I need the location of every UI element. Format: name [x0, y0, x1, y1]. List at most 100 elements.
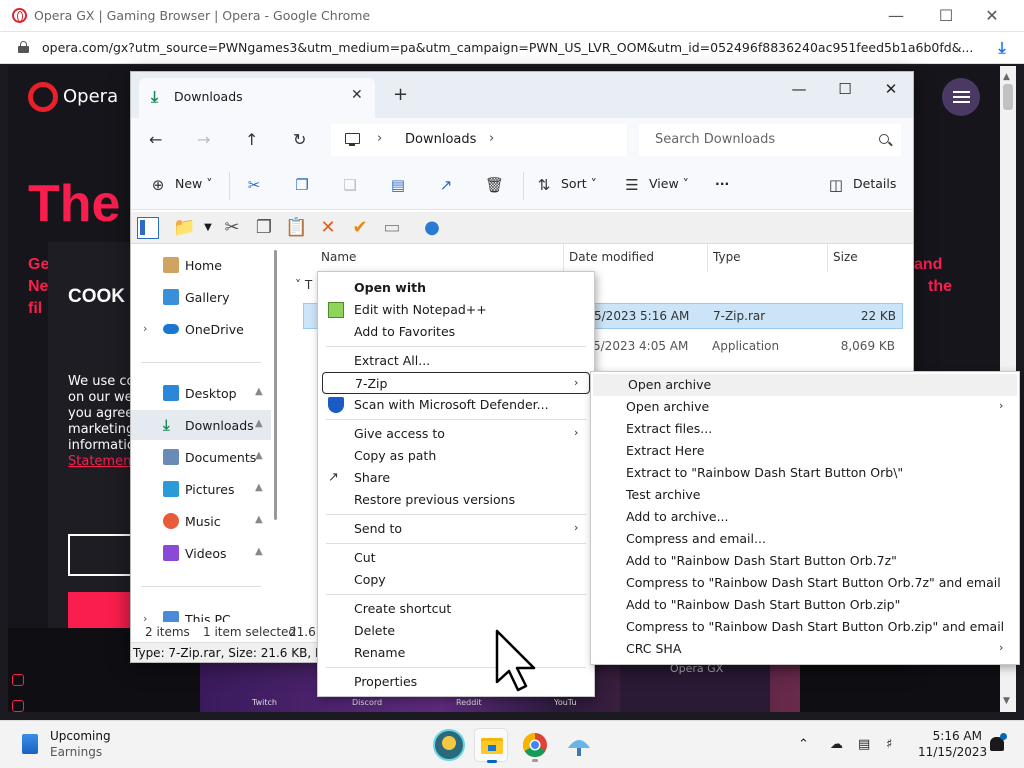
cookie-settings-button[interactable] [68, 534, 132, 576]
menu-item-add-favorites[interactable]: Add to Favorites [318, 321, 594, 343]
menu-item-extract-all[interactable]: Extract All... [318, 350, 594, 372]
paste-icon[interactable]: 📋 [285, 217, 307, 239]
sort-button[interactable]: Sort ˅ [561, 176, 597, 191]
volume-icon[interactable]: ♯ [886, 737, 892, 752]
menu-item-properties[interactable]: Properties [318, 671, 594, 693]
stock-chart-icon[interactable] [22, 734, 38, 754]
checkmark-icon[interactable]: ✔ [349, 217, 371, 239]
refresh-icon[interactable]: ↻ [293, 130, 306, 149]
chrome-taskbar-icon[interactable] [518, 728, 552, 762]
delete-icon[interactable]: 🗑 [485, 176, 504, 194]
rename-icon[interactable]: ▤ [389, 176, 407, 194]
copy-icon[interactable]: ❐ [293, 176, 311, 194]
hamburger-menu-icon[interactable] [942, 78, 980, 116]
menu-item-open-with[interactable]: Open with [318, 277, 594, 299]
submenu-compress-email[interactable]: Compress and email... [591, 528, 1019, 550]
cookie-accept-button[interactable] [68, 592, 132, 630]
details-pane-icon[interactable]: ◫ [827, 176, 845, 194]
discord-tile-label[interactable]: Discord [352, 698, 382, 707]
folder-check-icon[interactable]: 📁 [173, 217, 195, 239]
cut-icon[interactable]: ✂ [221, 217, 243, 239]
submenu-compress-zip-email[interactable]: Compress to "Rainbow Dash Start Button O… [591, 616, 1019, 638]
sidebar-item-this-pc[interactable]: › This PC [131, 604, 271, 622]
notification-bell-icon[interactable] [990, 733, 1007, 751]
sidebar-item-onedrive[interactable]: › OneDrive [131, 314, 271, 344]
submenu-extract-to-folder[interactable]: Extract to "Rainbow Dash Start Button Or… [591, 462, 1019, 484]
new-tab-icon[interactable]: + [393, 84, 408, 105]
chrome-minimize-button[interactable]: — [876, 5, 916, 27]
menu-item-delete[interactable]: Delete [318, 620, 594, 642]
pin-icon[interactable]: ▲ [255, 450, 263, 461]
sidebar-settings-icon[interactable] [12, 700, 24, 712]
view-icon[interactable]: ☰ [623, 176, 641, 194]
opera-logo-icon[interactable] [28, 82, 58, 112]
sidebar-item-downloads[interactable]: ⤓ Downloads ▲ [131, 410, 271, 440]
pin-icon[interactable]: ▲ [255, 482, 263, 493]
chrome-close-button[interactable]: ✕ [972, 5, 1012, 27]
paste-icon[interactable]: ❏ [341, 176, 359, 194]
twitch-tile-label[interactable]: Twitch [252, 698, 277, 707]
submenu-add-to-archive[interactable]: Add to archive... [591, 506, 1019, 528]
pin-icon[interactable]: ▲ [255, 418, 263, 429]
start-orb-icon[interactable] [432, 728, 466, 762]
column-size[interactable]: Size [833, 250, 858, 264]
menu-item-send-to[interactable]: Send to › [318, 518, 594, 540]
view-button[interactable]: View ˅ [649, 176, 689, 191]
forward-arrow-icon[interactable]: → [197, 130, 210, 149]
plus-circle-icon[interactable]: ⊕ [149, 176, 167, 194]
url-field[interactable]: opera.com/gx?utm_source=PWNgames3&utm_me… [42, 40, 972, 55]
chevron-up-icon[interactable]: ⌃ [798, 737, 809, 752]
rename-icon[interactable]: ▭ [381, 217, 403, 239]
pin-icon[interactable]: ▲ [255, 546, 263, 557]
details-button[interactable]: Details [853, 176, 896, 191]
chevron-right-icon[interactable]: › [143, 322, 147, 335]
network-icon[interactable]: ▤ [858, 737, 870, 752]
menu-item-give-access[interactable]: Give access to › [318, 423, 594, 445]
sidebar-item-music[interactable]: Music ▲ [131, 506, 271, 536]
submenu-compress-7z-email[interactable]: Compress to "Rainbow Dash Start Button O… [591, 572, 1019, 594]
sidebar-item-videos[interactable]: Videos ▲ [131, 538, 271, 568]
up-arrow-icon[interactable]: ↑ [245, 130, 258, 149]
widget-title[interactable]: Upcoming [50, 729, 111, 743]
cookie-statement-link[interactable]: Statemen [68, 454, 131, 469]
sidebar-item-pictures[interactable]: Pictures ▲ [131, 474, 271, 504]
sort-icon[interactable]: ⇅ [535, 176, 553, 194]
pin-icon[interactable]: ▲ [255, 514, 263, 525]
reddit-tile-label[interactable]: Reddit [456, 698, 482, 707]
cloud-sync-icon[interactable]: ☁ [830, 737, 843, 752]
menu-item-7zip[interactable]: 7-Zip › [322, 372, 590, 394]
column-date-modified[interactable]: Date modified [569, 250, 654, 264]
sidebar-lock-icon[interactable] [12, 674, 24, 686]
chevron-right-icon[interactable]: › [377, 131, 382, 146]
chrome-maximize-button[interactable]: ☐ [926, 5, 966, 27]
explorer-minimize-button[interactable]: — [777, 76, 821, 102]
chevron-right-icon[interactable]: › [143, 612, 147, 622]
menu-item-edit-notepad[interactable]: Edit with Notepad++ [318, 299, 594, 321]
file-explorer-taskbar-icon[interactable] [474, 728, 508, 763]
menu-item-share[interactable]: ↗ Share [318, 467, 594, 489]
submenu-add-to-7z[interactable]: Add to "Rainbow Dash Start Button Orb.7z… [591, 550, 1019, 572]
menu-item-cut[interactable]: Cut [318, 547, 594, 569]
column-name[interactable]: Name [321, 250, 356, 264]
explorer-close-button[interactable]: ✕ [869, 76, 913, 102]
submenu-crc-sha[interactable]: CRC SHA › [591, 638, 1019, 660]
lock-icon[interactable] [18, 41, 29, 53]
tab-downloads[interactable]: ⤓ Downloads ✕ [139, 78, 375, 118]
menu-item-create-shortcut[interactable]: Create shortcut [318, 598, 594, 620]
download-icon[interactable]: ⤓ [992, 38, 1012, 58]
clock-date[interactable]: 11/15/2023 [918, 745, 987, 759]
menu-item-rename[interactable]: Rename [318, 642, 594, 664]
scroll-thumb[interactable] [1003, 84, 1013, 110]
submenu-extract-here[interactable]: Extract Here [591, 440, 1019, 462]
submenu-test-archive[interactable]: Test archive [591, 484, 1019, 506]
delete-x-icon[interactable]: ✕ [317, 217, 339, 239]
pin-icon[interactable]: ▲ [255, 386, 263, 397]
column-type[interactable]: Type [713, 250, 741, 264]
menu-item-restore-versions[interactable]: Restore previous versions [318, 489, 594, 511]
back-arrow-icon[interactable]: ← [149, 130, 162, 149]
chevron-right-icon[interactable]: › [489, 131, 494, 146]
scroll-down-icon[interactable]: ▼ [1003, 696, 1010, 706]
submenu-open-archive-as[interactable]: Open archive › [591, 396, 1019, 418]
close-tab-icon[interactable]: ✕ [351, 87, 363, 103]
shell-icon[interactable]: ● [421, 217, 443, 239]
